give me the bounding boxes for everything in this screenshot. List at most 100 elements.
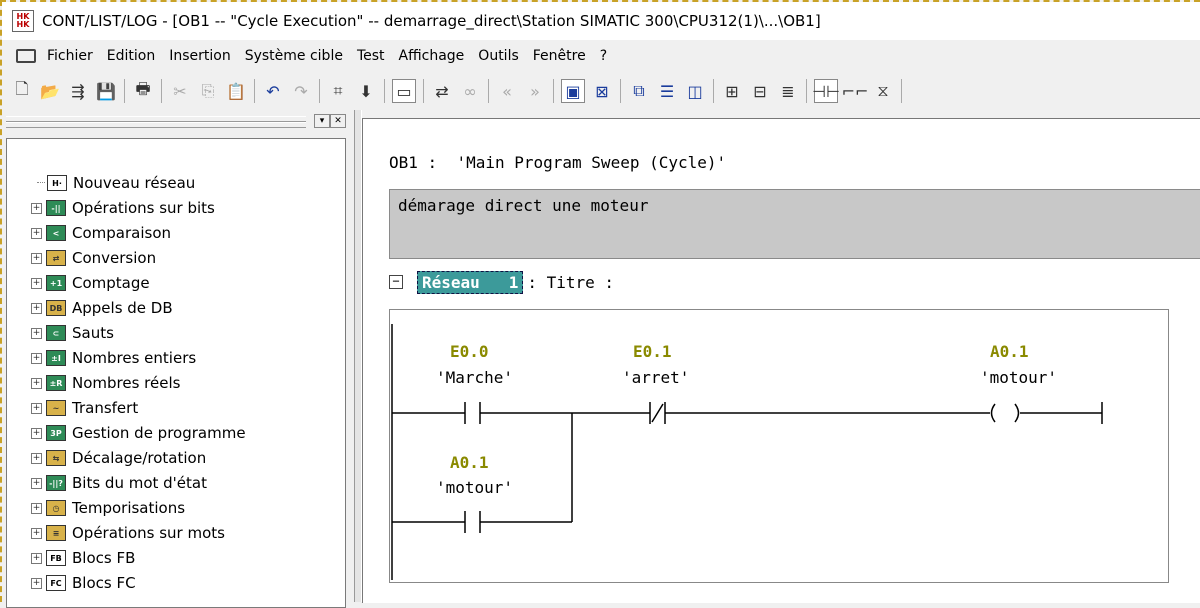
coil-address[interactable]: A0.1: [990, 342, 1029, 361]
tree-item-fc-blocks[interactable]: + FC Blocs FC: [31, 571, 136, 595]
expand-icon[interactable]: +: [31, 302, 42, 314]
expand-icon[interactable]: +: [31, 202, 42, 214]
collapse-icon[interactable]: −: [389, 275, 403, 289]
tree-item-shift[interactable]: + ⇆ Décalage/rotation: [31, 446, 206, 470]
tree-item-jump[interactable]: + ⊂ Sauts: [31, 321, 114, 345]
fb-block-icon: FB: [46, 550, 66, 566]
print-icon[interactable]: 🖶: [132, 79, 154, 102]
expand-icon[interactable]: +: [31, 477, 42, 489]
overview-icon[interactable]: ▣: [561, 79, 585, 103]
ladder-network[interactable]: E0.0 'Marche' E0.1 'arret' A0.1 'motour'…: [389, 309, 1169, 583]
contact-symbol[interactable]: 'Marche': [436, 368, 513, 387]
menu-fenetre[interactable]: Fenêtre: [526, 48, 593, 64]
contact-nc-icon[interactable]: ⌐⌐: [842, 80, 869, 102]
stl-view-icon[interactable]: ≣: [777, 80, 799, 102]
copy-icon[interactable]: ⎘: [197, 80, 219, 102]
network-label[interactable]: Réseau 1: [417, 270, 524, 294]
expand-icon[interactable]: +: [31, 402, 42, 414]
fbd-view-icon[interactable]: ⊟: [749, 80, 771, 102]
next-network-icon[interactable]: »: [524, 80, 546, 102]
tree-item-label: Appels de DB: [72, 299, 173, 317]
expand-icon[interactable]: +: [31, 502, 42, 514]
tree-item-word-ops[interactable]: + ≡ Opérations sur mots: [31, 521, 225, 545]
coil-symbol[interactable]: 'motour': [980, 368, 1057, 387]
expand-icon[interactable]: +: [31, 327, 42, 339]
status-bits-icon: -||?: [46, 475, 66, 491]
minimize-pane-button[interactable]: ▾: [314, 114, 330, 128]
tree-item-real[interactable]: + ±R Nombres réels: [31, 371, 180, 395]
tree-item-label: Décalage/rotation: [72, 449, 207, 467]
pane-splitter[interactable]: [354, 110, 362, 602]
tree-item-compare[interactable]: + < Comparaison: [31, 221, 171, 245]
previous-network-icon[interactable]: «: [496, 80, 518, 102]
tree-item-transfer[interactable]: + ~ Transfert: [31, 396, 138, 420]
expand-icon[interactable]: +: [31, 427, 42, 439]
toolbar-separator: [806, 79, 807, 103]
contact-address[interactable]: A0.1: [450, 453, 489, 472]
tree-item-bit-ops[interactable]: + -|| Opérations sur bits: [31, 196, 215, 220]
cut-icon[interactable]: ✂: [169, 80, 191, 102]
redo-icon[interactable]: ↷: [290, 80, 312, 102]
ladder-editor[interactable]: OB1 : 'Main Program Sweep (Cycle)' démar…: [362, 118, 1200, 603]
expand-icon[interactable]: +: [31, 552, 42, 564]
layout-cascade-icon[interactable]: ⧉: [628, 80, 650, 102]
expand-icon[interactable]: +: [31, 452, 42, 464]
expand-icon[interactable]: +: [31, 277, 42, 289]
save-icon[interactable]: 💾: [95, 80, 117, 102]
expand-icon[interactable]: +: [31, 352, 42, 364]
layout-horizontal-icon[interactable]: ☰: [656, 80, 678, 102]
download-icon[interactable]: ⬇: [355, 80, 377, 102]
undo-icon[interactable]: ↶: [262, 80, 284, 102]
online-icon[interactable]: ⇄: [431, 80, 453, 102]
tree-item-new-network[interactable]: H· Nouveau réseau: [37, 171, 195, 195]
network-access-icon[interactable]: ⇶: [67, 80, 89, 102]
tree-item-program-control[interactable]: + 3P Gestion de programme: [31, 421, 246, 445]
expand-icon[interactable]: +: [31, 227, 42, 239]
close-pane-button[interactable]: ✕: [330, 114, 346, 128]
menu-test[interactable]: Test: [350, 48, 392, 64]
coil-right: [1014, 403, 1020, 423]
expand-icon[interactable]: +: [31, 527, 42, 539]
network-title[interactable]: : Titre :: [527, 273, 614, 292]
expand-icon[interactable]: +: [31, 577, 42, 589]
tree-item-fb-blocks[interactable]: + FB Blocs FB: [31, 546, 135, 570]
block-comment-box[interactable]: démarage direct une moteur: [389, 189, 1200, 259]
layout-vertical-icon[interactable]: ◫: [684, 80, 706, 102]
coil-left: [990, 403, 996, 423]
menu-affichage[interactable]: Affichage: [392, 48, 472, 64]
details-icon[interactable]: ⊠: [591, 80, 613, 102]
contact-symbol[interactable]: 'arret': [622, 368, 689, 387]
menu-help[interactable]: ?: [593, 48, 614, 64]
menu-edition[interactable]: Edition: [100, 48, 162, 64]
open-icon[interactable]: 📂: [39, 80, 61, 102]
tree-item-status-bits[interactable]: + -||? Bits du mot d'état: [31, 471, 207, 495]
glasses-icon[interactable]: ∞: [459, 80, 481, 102]
contact-symbol[interactable]: 'motour': [436, 478, 513, 497]
tree-item-db-call[interactable]: + DB Appels de DB: [31, 296, 173, 320]
symbol-table-icon[interactable]: ⌗: [327, 80, 349, 102]
menu-insertion[interactable]: Insertion: [162, 48, 237, 64]
real-icon: ±R: [46, 375, 66, 391]
tree-item-conversion[interactable]: + ⇄ Conversion: [31, 246, 156, 270]
expand-icon[interactable]: +: [31, 377, 42, 389]
tree-item-timer[interactable]: + ◷ Temporisations: [31, 496, 185, 520]
pane-grip[interactable]: [6, 122, 306, 128]
contact-address[interactable]: E0.1: [633, 342, 672, 361]
tree-item-counter[interactable]: + +1 Comptage: [31, 271, 150, 295]
contact-address[interactable]: E0.0: [450, 342, 489, 361]
program-control-icon: 3P: [46, 425, 66, 441]
menu-systeme-cible[interactable]: Système cible: [238, 48, 350, 64]
tree-item-label: Bits du mot d'état: [72, 474, 207, 492]
menu-outils[interactable]: Outils: [471, 48, 525, 64]
new-icon[interactable]: 🗋: [11, 79, 33, 102]
tree-item-integer[interactable]: + ±I Nombres entiers: [31, 346, 196, 370]
document-icon[interactable]: [16, 49, 36, 63]
paste-icon[interactable]: 📋: [225, 80, 247, 102]
menu-fichier[interactable]: Fichier: [40, 48, 100, 64]
tree-item-label: Comparaison: [72, 224, 172, 242]
monitor-icon[interactable]: ▭: [392, 79, 416, 103]
coil-icon[interactable]: ⧖: [872, 80, 894, 102]
ladder-view-icon[interactable]: ⊞: [721, 80, 743, 102]
expand-icon[interactable]: +: [31, 252, 42, 264]
contact-no-icon[interactable]: ⊣⊢: [812, 79, 840, 103]
